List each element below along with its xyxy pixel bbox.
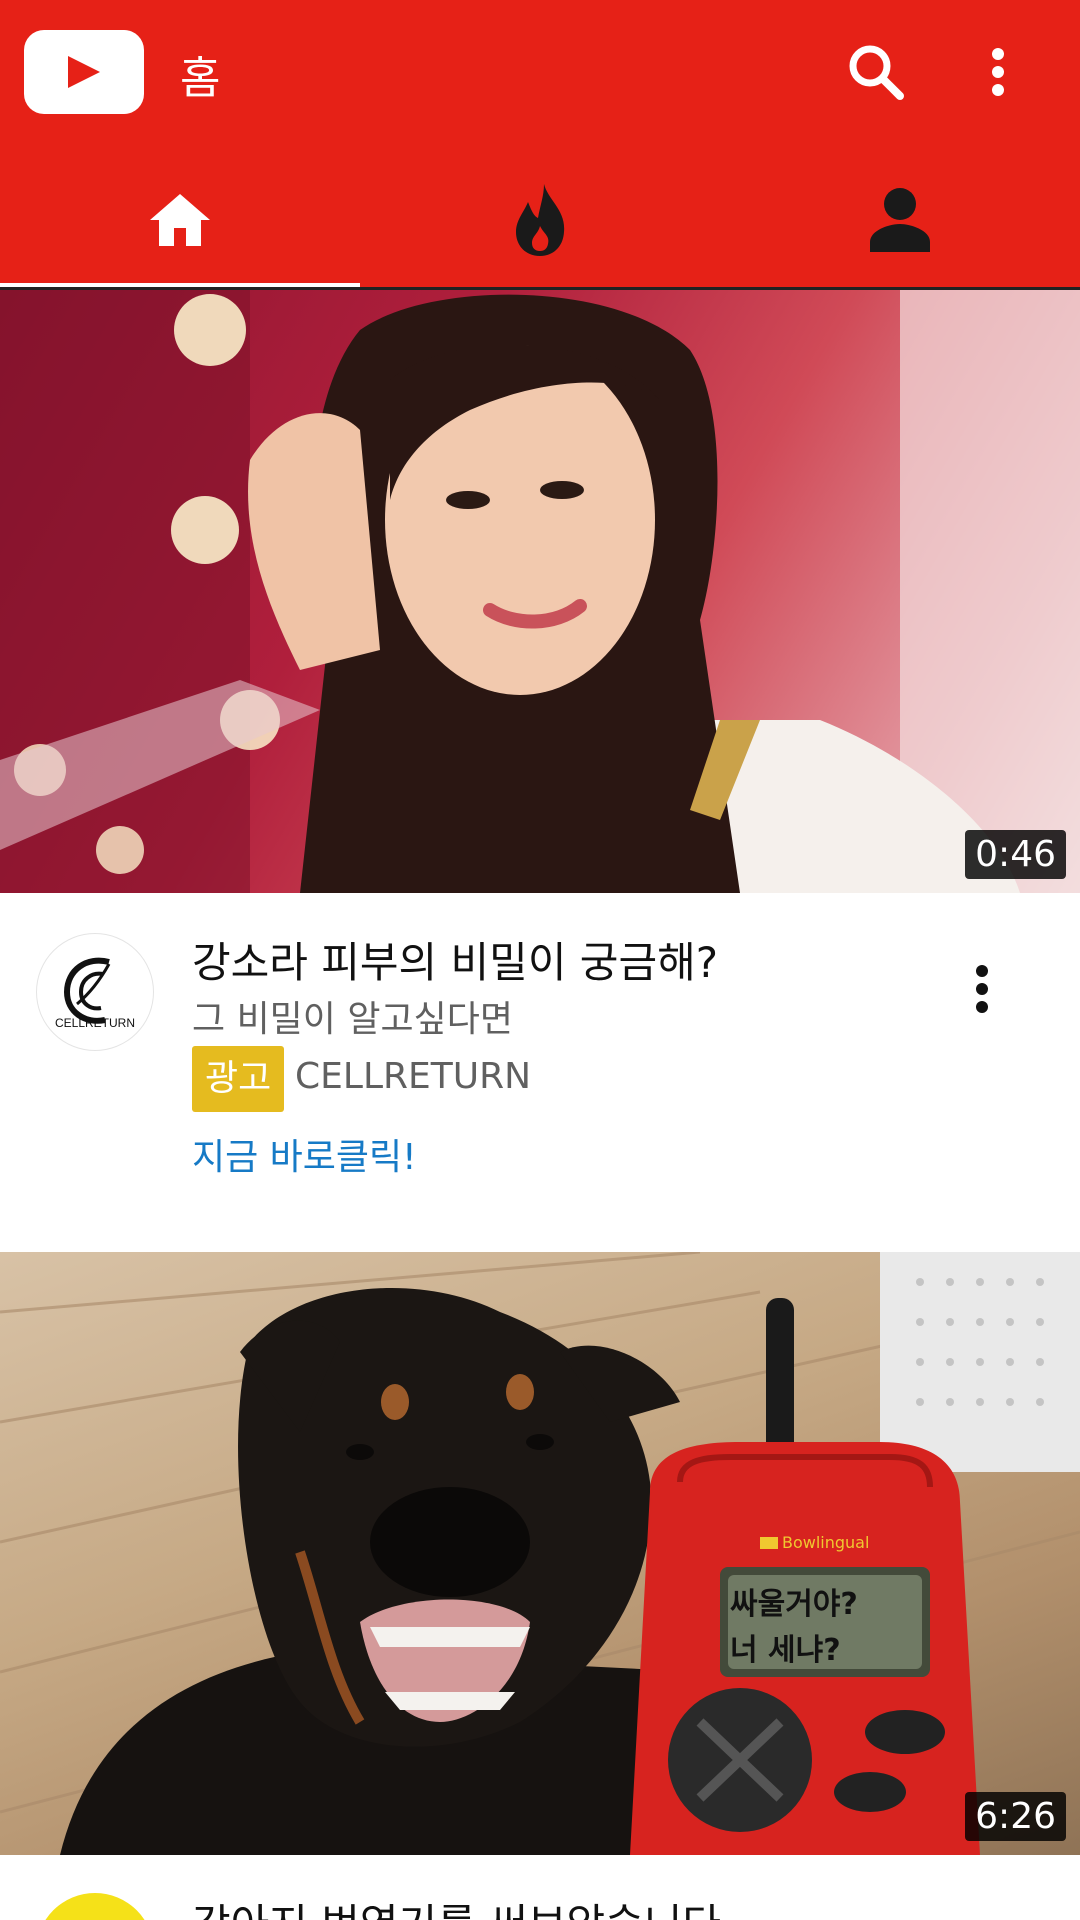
youtube-logo-icon[interactable] (24, 30, 144, 114)
video-title[interactable]: 강소라 피부의 비밀이 궁금해? (192, 929, 718, 990)
more-vert-icon (976, 965, 988, 1013)
channel-avatar[interactable] (36, 1893, 154, 1920)
person-icon (870, 187, 930, 252)
ad-badge: 광고 (192, 1046, 285, 1112)
thumbnail-image (0, 290, 1080, 893)
call-to-action-link[interactable]: 지금 바로클릭! (192, 1128, 417, 1180)
tab-home[interactable] (0, 150, 360, 289)
video-duration: 0:46 (965, 830, 1066, 879)
video-duration: 6:26 (965, 1792, 1066, 1841)
top-toolbar: 홈 (0, 0, 1080, 150)
video-card-details: 강아지 번역기를 써보았습니다 (0, 1855, 1080, 1920)
video-more-options-button[interactable] (946, 957, 1018, 1029)
cellreturn-logo-icon (63, 957, 111, 1024)
search-button[interactable] (840, 36, 912, 108)
channel-avatar-label: CELLRETURN (54, 1016, 135, 1030)
tab-account[interactable] (720, 150, 1080, 289)
page-title: 홈 (180, 53, 221, 104)
tab-bar (0, 150, 1080, 289)
more-options-button[interactable] (962, 36, 1034, 108)
video-thumbnail[interactable]: 0:46 (0, 290, 1080, 893)
device-brand-label: Bowlingual (782, 1533, 869, 1552)
translator-screen-line-1: 싸울거야? (730, 1587, 858, 1622)
home-icon (150, 193, 210, 246)
channel-avatar[interactable]: CELLRETURN (36, 933, 154, 1051)
tab-trending[interactable] (360, 150, 720, 289)
flame-icon (516, 183, 565, 256)
translator-screen-line-2: 너 세냐? (730, 1633, 841, 1668)
thumbnail-image: 싸울거야? 너 세냐? Bowlingual (0, 1252, 1080, 1855)
app-header: 홈 (0, 0, 1080, 289)
video-card-details: CELLRETURN 강소라 피부의 비밀이 궁금해? 그 비밀이 알고싶다면 … (0, 893, 1080, 1252)
search-icon (849, 45, 904, 100)
video-thumbnail[interactable]: 싸울거야? 너 세냐? Bowlingual 6:26 (0, 1252, 1080, 1855)
more-vert-icon (992, 48, 1004, 96)
channel-name[interactable]: CELLRETURN (295, 1056, 531, 1097)
video-subtitle: 그 비밀이 알고싶다면 (192, 999, 513, 1040)
video-title[interactable]: 강아지 번역기를 써보았습니다 (192, 1891, 721, 1920)
